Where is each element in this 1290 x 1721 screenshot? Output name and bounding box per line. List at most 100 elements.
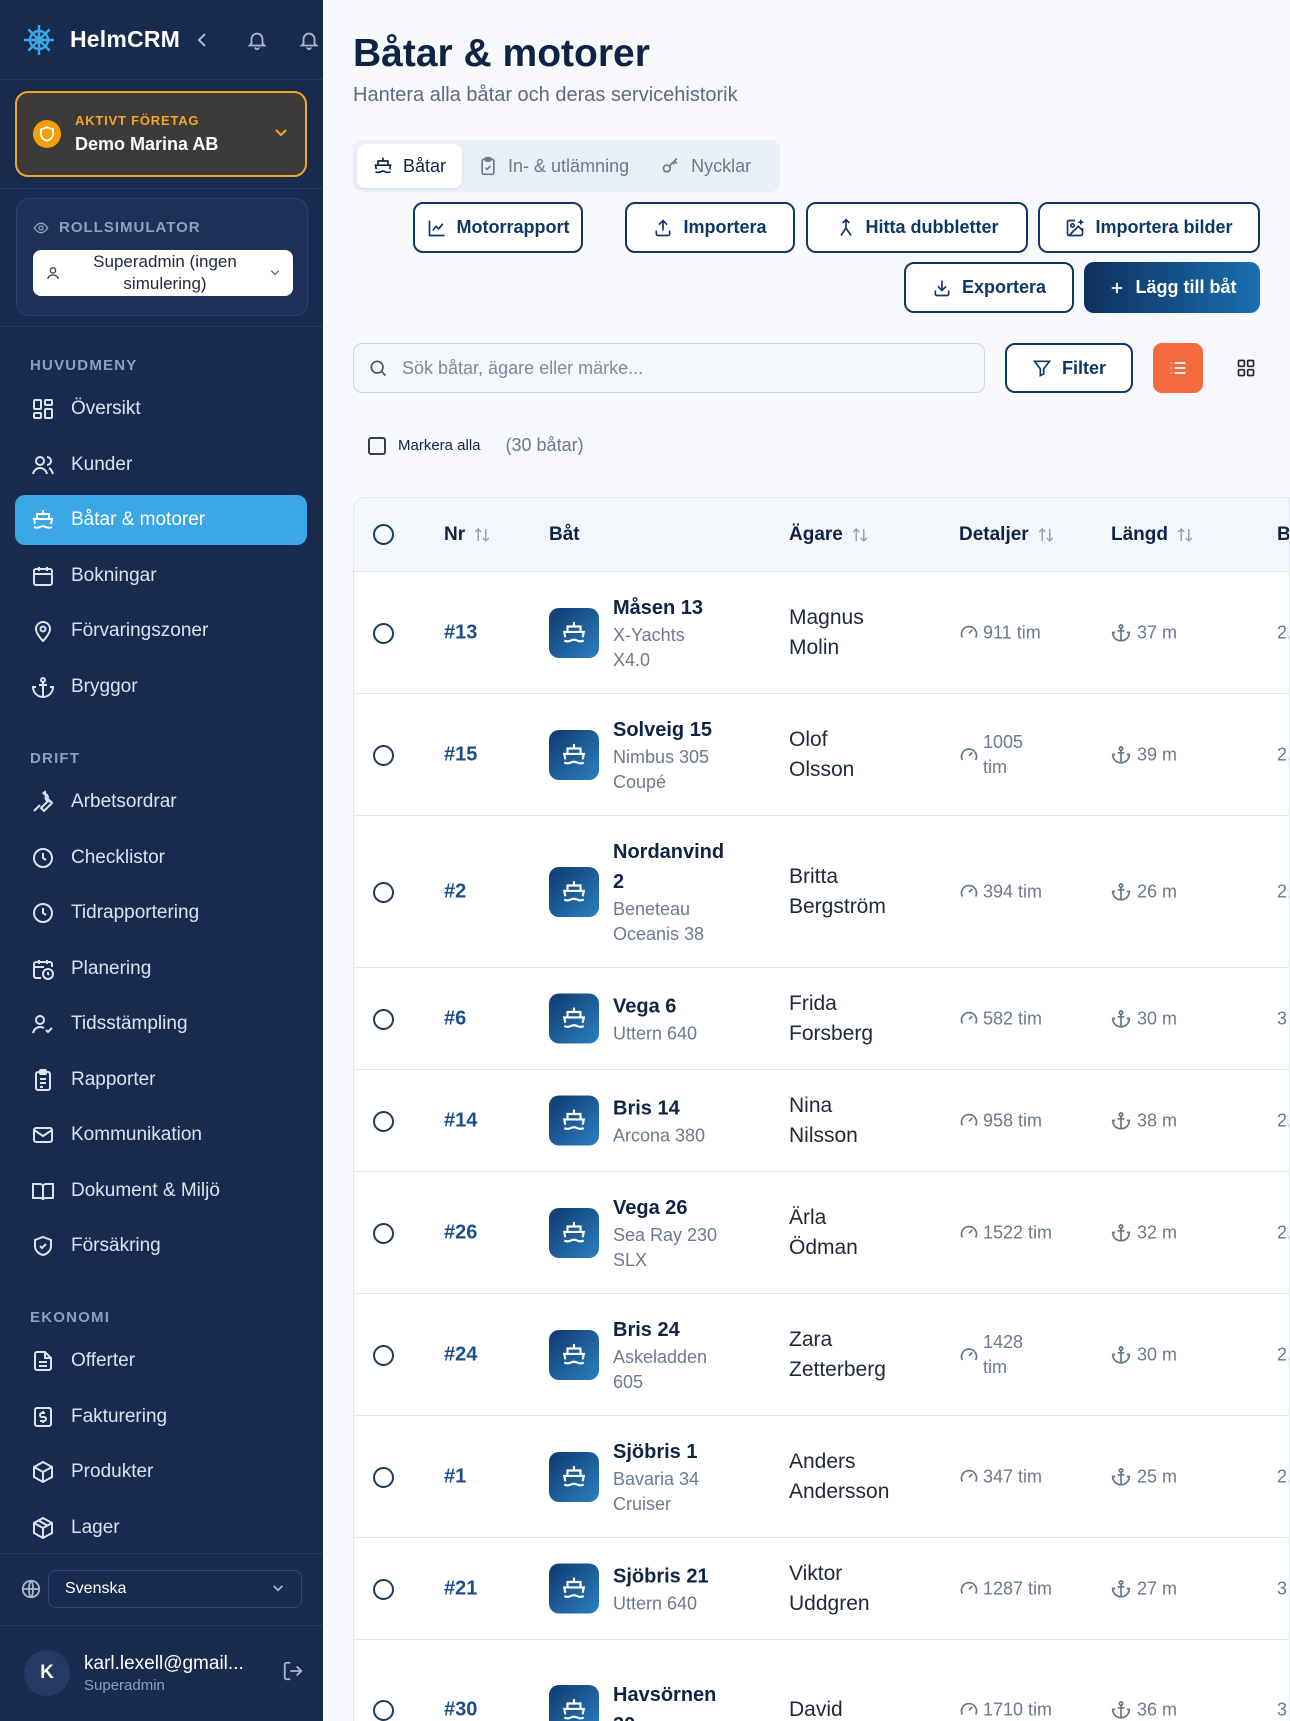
tab-in-utlamning[interactable]: In- & utlämning (462, 144, 645, 188)
engine-hours-cell: 1287 tim (959, 1576, 1052, 1601)
table-row[interactable]: #26 Vega 26 Sea Ray 230 SLX Ärla Ödman 1522 ti… (354, 1172, 1289, 1294)
table-row[interactable]: #14 Bris 14 Arcona 380 Nina Nilsson 958 tim 38… (354, 1070, 1289, 1172)
boat-number[interactable]: #13 (444, 621, 477, 644)
nav-item-offerter[interactable]: Offerter (15, 1336, 307, 1386)
select-all: Markera alla (30 båtar) (368, 435, 584, 456)
column-nr[interactable]: Nr (444, 524, 491, 546)
nav-item-bokningar[interactable]: Bokningar (15, 551, 307, 601)
gauge-icon (959, 623, 979, 643)
boat-number[interactable]: #14 (444, 1109, 477, 1132)
language-select[interactable]: Svenska (48, 1570, 302, 1608)
row-select-radio[interactable] (373, 1008, 394, 1030)
row-select-radio[interactable] (373, 881, 394, 903)
role-simulator-label: ROLLSIMULATOR (59, 219, 201, 236)
nav-item-kommunikation[interactable]: Kommunikation (15, 1110, 307, 1160)
table-header: Nr Båt Ägare Detaljer Längd B (354, 498, 1289, 572)
nav-item-dokument-miljo[interactable]: Dokument & Miljö (15, 1166, 307, 1216)
boat-number[interactable]: #30 (444, 1698, 477, 1721)
tab-nycklar[interactable]: Nycklar (645, 144, 767, 188)
filter-button[interactable]: Filter (1005, 343, 1133, 393)
active-company-selector[interactable]: AKTIVT FÖRETAG Demo Marina AB (15, 91, 307, 177)
role-select[interactable]: Superadmin (ingen simulering) (33, 250, 293, 296)
select-all-rows-radio[interactable] (373, 524, 394, 545)
table-row[interactable]: #6 Vega 6 Uttern 640 Frida Forsberg 582 tim 30… (354, 968, 1289, 1070)
truncated-column-value: 2. (1277, 1344, 1289, 1364)
nav-item-fakturering[interactable]: Fakturering (15, 1392, 307, 1442)
boat-number[interactable]: #21 (444, 1577, 477, 1600)
ship-icon (373, 156, 393, 176)
boat-number[interactable]: #1 (444, 1465, 466, 1488)
column-langd[interactable]: Längd (1111, 524, 1194, 546)
nav-item-planering[interactable]: Planering (15, 944, 307, 994)
column-detaljer[interactable]: Detaljer (959, 524, 1055, 546)
boat-number[interactable]: #6 (444, 1007, 466, 1030)
nav-item-label: Bokningar (71, 565, 157, 586)
gauge-icon (959, 882, 979, 902)
table-row[interactable]: #30 Havsörnen 30 David 1710 tim 36 m 3 (354, 1640, 1289, 1721)
table-row[interactable]: #2 Nordanvind 2 Beneteau Oceanis 38 Britta Ber… (354, 816, 1289, 968)
nav-item-produkter[interactable]: Produkter (15, 1447, 307, 1497)
row-select-radio[interactable] (373, 744, 394, 766)
table-row[interactable]: #1 Sjöbris 1 Bavaria 34 Cruiser Anders Anders… (354, 1416, 1289, 1538)
table-row[interactable]: #13 Måsen 13 X-Yachts X4.0 Magnus Molin 911 ti… (354, 572, 1289, 694)
search-input[interactable] (402, 357, 962, 379)
boat-model-line2: Coupé (613, 771, 667, 792)
find-duplicates-button[interactable]: Hitta dubbletter (806, 202, 1028, 253)
notifications-bell-icon[interactable] (298, 29, 320, 51)
length-cell: 38 m (1111, 1110, 1177, 1131)
tab-batar[interactable]: Båtar (357, 144, 463, 188)
nav-item-kunder[interactable]: Kunder (15, 440, 307, 490)
boat-length: 38 m (1137, 1110, 1178, 1130)
nav-item-tidrapportering[interactable]: Tidrapportering (15, 888, 307, 938)
nav-item-label: Produkter (71, 1461, 154, 1482)
import-images-button[interactable]: Importera bilder (1038, 202, 1260, 253)
export-button[interactable]: Exportera (904, 262, 1074, 313)
chevron-down-icon (273, 125, 289, 143)
nav-item-tidsstampling[interactable]: Tidsstämpling (15, 999, 307, 1049)
boat-number[interactable]: #15 (444, 743, 477, 766)
nav-item-forvaringszoner[interactable]: Förvaringszoner (15, 606, 307, 656)
truncated-column-value: 2. (1277, 622, 1289, 642)
boat-number[interactable]: #2 (444, 880, 466, 903)
nav-item-bryggor[interactable]: Bryggor (15, 662, 307, 712)
import-button[interactable]: Importera (625, 202, 795, 253)
table-row[interactable]: #24 Bris 24 Askeladden 605 Zara Zetterberg 142… (354, 1294, 1289, 1416)
nav-item-arbetsordrar[interactable]: Arbetsordrar (15, 777, 307, 827)
boat-number[interactable]: #26 (444, 1221, 477, 1244)
package-icon (29, 1458, 57, 1486)
select-all-checkbox[interactable] (368, 436, 386, 455)
row-select-radio[interactable] (373, 1466, 394, 1488)
column-agare[interactable]: Ägare (789, 524, 869, 546)
boat-model: Beneteau (613, 898, 691, 919)
nav-item-label: Planering (71, 958, 152, 979)
list-view-toggle[interactable] (1153, 343, 1203, 393)
row-select-radio[interactable] (373, 622, 394, 644)
logout-icon[interactable] (282, 1660, 304, 1687)
nav-item-rapporter[interactable]: Rapporter (15, 1055, 307, 1105)
row-select-radio[interactable] (373, 1578, 394, 1600)
table-row[interactable]: #15 Solveig 15 Nimbus 305 Coupé Olof Olsson 10… (354, 694, 1289, 816)
engine-hours: 347 tim (983, 1466, 1043, 1486)
row-select-radio[interactable] (373, 1110, 394, 1132)
collapse-sidebar-icon[interactable] (196, 32, 208, 48)
row-select-radio[interactable] (373, 1222, 394, 1244)
table-row[interactable]: #21 Sjöbris 21 Uttern 640 Viktor Uddgren 1287… (354, 1538, 1289, 1640)
engine-hours: 1710 tim (983, 1699, 1053, 1719)
row-select-radio[interactable] (373, 1699, 394, 1721)
add-boat-button[interactable]: Lägg till båt (1084, 262, 1260, 313)
boat-number[interactable]: #24 (444, 1343, 477, 1366)
engine-report-button[interactable]: Motorrapport (413, 202, 583, 253)
grid-icon (1237, 359, 1255, 377)
bell-icon[interactable] (246, 29, 268, 51)
grid-view-toggle[interactable] (1221, 343, 1271, 393)
nav-item-checklistor[interactable]: Checklistor (15, 833, 307, 883)
nav-item-forsakring[interactable]: Försäkring (15, 1221, 307, 1271)
nav-item-batar-motorer[interactable]: Båtar & motorer (15, 495, 307, 545)
boat-model-line2: X4.0 (613, 649, 651, 670)
nav-item-oversikt[interactable]: Översikt (15, 384, 307, 434)
boat-cell: Nordanvind 2 Beneteau Oceanis 38 (549, 837, 724, 947)
row-select-radio[interactable] (373, 1344, 394, 1366)
nav-item-lager[interactable]: Lager (15, 1503, 307, 1553)
user-profile[interactable]: K karl.lexell@gmail... Superadmin (24, 1650, 304, 1696)
shield-check-icon (29, 1232, 57, 1260)
